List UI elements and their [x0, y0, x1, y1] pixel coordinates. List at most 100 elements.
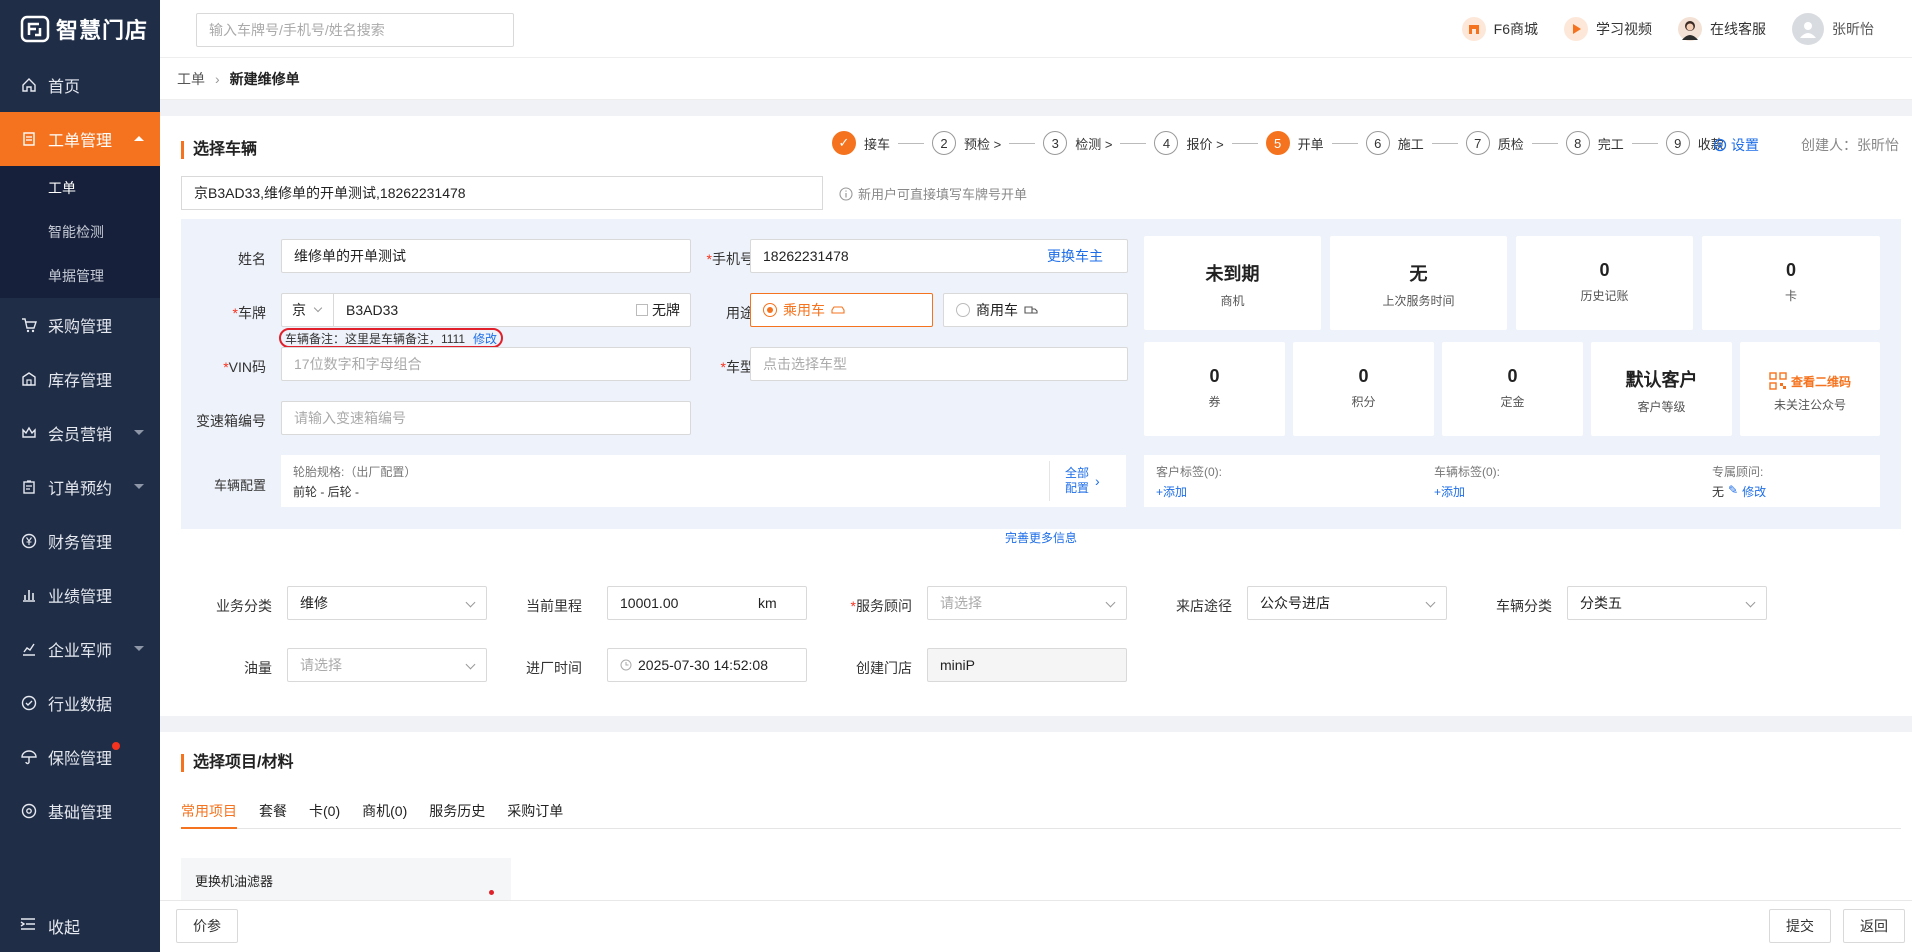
mall-link[interactable]: F6商城: [1461, 17, 1538, 41]
sidebar-item-membership[interactable]: 会员营销: [0, 406, 160, 460]
advisor-edit-link[interactable]: 修改: [1742, 483, 1766, 500]
stat-points[interactable]: 0 积分: [1293, 342, 1434, 436]
sidebar-item-performance[interactable]: 业绩管理: [0, 568, 160, 622]
tire-spec-label: 轮胎规格:（出厂配置）: [293, 465, 417, 479]
gauge-icon: [20, 694, 38, 712]
stat-label: 卡: [1784, 289, 1797, 303]
all-config-link[interactable]: 全部配置: [1065, 466, 1095, 496]
stat-value: 0: [1507, 366, 1518, 386]
source-select[interactable]: 公众号进店: [1247, 586, 1447, 620]
plate-note-edit-link[interactable]: 修改: [473, 330, 497, 347]
name-input[interactable]: 维修单的开单测试: [281, 239, 691, 273]
tab-common-items[interactable]: 常用项目: [181, 801, 237, 829]
more-info-link[interactable]: 完善更多信息: [181, 529, 1901, 546]
model-select[interactable]: 点击选择车型: [750, 347, 1128, 381]
video-link[interactable]: 学习视频: [1564, 17, 1652, 41]
entry-time-value: 2025-07-30 14:52:08: [638, 657, 768, 673]
stat-customer-level[interactable]: 默认客户 客户等级: [1591, 342, 1732, 436]
sidebar-subitem-smart-check[interactable]: 智能检测: [0, 210, 160, 254]
vehicle-search-input[interactable]: 京B3AD33,维修单的开单测试,18262231478: [181, 176, 823, 210]
tab-service-history[interactable]: 服务历史: [429, 801, 485, 829]
tab-opportunities[interactable]: 商机(0): [362, 801, 407, 829]
qr-code-card[interactable]: 查看二维码 未关注公众号: [1740, 342, 1880, 436]
no-plate-checkbox[interactable]: 无牌: [636, 294, 680, 326]
back-button[interactable]: 返回: [1843, 909, 1905, 943]
sidebar-item-label: 财务管理: [48, 535, 113, 552]
sidebar-item-work-order[interactable]: 工单管理: [0, 112, 160, 166]
sidebar-collapse-button[interactable]: 收起: [0, 900, 160, 952]
sidebar-item-home[interactable]: 首页: [0, 58, 160, 112]
bar-chart-icon: [20, 586, 38, 604]
step-number: 3: [1043, 131, 1068, 155]
phone-value: 18262231478: [763, 248, 849, 264]
breadcrumb-parent[interactable]: 工单: [177, 69, 205, 89]
info-icon: [839, 186, 853, 201]
sidebar-item-reservation[interactable]: 订单预约: [0, 460, 160, 514]
fuel-select[interactable]: 请选择: [287, 648, 487, 682]
advisor-select[interactable]: 请选择: [927, 586, 1127, 620]
mall-label: F6商城: [1493, 21, 1538, 37]
add-customer-tag-link[interactable]: +添加: [1156, 483, 1187, 500]
stat-card[interactable]: 0卡: [1702, 236, 1880, 330]
trend-icon: [20, 640, 38, 658]
advisor-value-row: 无 ✎ 修改: [1712, 483, 1766, 500]
business-select[interactable]: 维修: [287, 586, 487, 620]
usage-passenger-radio[interactable]: 乘用车: [750, 293, 933, 327]
user-menu[interactable]: 张昕怡: [1792, 13, 1874, 45]
category-select[interactable]: 分类五: [1567, 586, 1767, 620]
sidebar-item-basic[interactable]: 基础管理: [0, 784, 160, 838]
app-logo[interactable]: 智慧门店: [0, 0, 160, 58]
sidebar-item-label: 订单预约: [48, 481, 113, 498]
step-number: 8: [1565, 131, 1590, 155]
gearbox-input[interactable]: 请输入变速箱编号: [281, 401, 691, 435]
sidebar-item-finance[interactable]: 财务管理: [0, 514, 160, 568]
qr-link[interactable]: 查看二维码: [1740, 372, 1880, 390]
category-value: 分类五: [1580, 595, 1622, 611]
breadcrumb: 工单 › 新建维修单: [160, 58, 1912, 100]
stat-history[interactable]: 0 历史记账: [1516, 236, 1693, 330]
global-search-input[interactable]: 输入车牌号/手机号/姓名搜索: [196, 13, 514, 47]
tab-cards[interactable]: 卡(0): [309, 801, 340, 829]
footer-bar: 价参 提交 返回: [160, 900, 1912, 952]
submit-button[interactable]: 提交: [1769, 909, 1831, 943]
add-vehicle-tag-link[interactable]: +添加: [1434, 483, 1465, 500]
sidebar-item-insurance[interactable]: 保险管理: [0, 730, 160, 784]
plate-prefix: 京: [292, 302, 306, 318]
service-link[interactable]: 在线客服: [1678, 17, 1766, 41]
mileage-input[interactable]: 10001.00 km: [607, 586, 807, 620]
stat-coupon[interactable]: 0券: [1144, 342, 1285, 436]
stat-last-service[interactable]: 无上次服务时间: [1330, 236, 1507, 330]
sidebar-item-advisor[interactable]: 企业军师: [0, 622, 160, 676]
name-label: 姓名: [238, 251, 266, 267]
usage-commercial-radio[interactable]: 商用车: [943, 293, 1128, 327]
plate-note-text: 车辆备注：这里是车辆备注，1111: [285, 331, 466, 346]
service-avatar-icon: [1678, 17, 1702, 41]
sidebar-item-industry-data[interactable]: 行业数据: [0, 676, 160, 730]
plate-province-select[interactable]: 京: [282, 294, 334, 326]
item-card[interactable]: 更换机油滤器: [181, 858, 511, 900]
sidebar-item-purchase[interactable]: 采购管理: [0, 298, 160, 352]
phone-input[interactable]: 18262231478 更换车主: [750, 239, 1128, 273]
vin-input[interactable]: 17位数字和字母组合: [281, 347, 691, 381]
sidebar-item-inventory[interactable]: 库存管理: [0, 352, 160, 406]
settings-link[interactable]: 设置: [1713, 135, 1759, 155]
change-owner-link[interactable]: 更换车主: [1047, 240, 1103, 272]
stat-opportunity[interactable]: 未到期 商机: [1144, 236, 1321, 330]
stat-label: 定金: [1500, 395, 1525, 409]
shop-icon: [1461, 17, 1486, 41]
vehicle-info-panel: 姓名 维修单的开单测试 *手机号 18262231478 更换车主 未到期 商机 …: [181, 219, 1901, 545]
vin-label: *VIN码: [223, 359, 266, 375]
stat-value: 默认客户: [1625, 370, 1698, 390]
sidebar-subitem-documents[interactable]: 单据管理: [0, 254, 160, 298]
plate-number-input[interactable]: B3AD33: [346, 294, 398, 326]
step-number: 5: [1265, 131, 1290, 155]
tab-purchase-orders[interactable]: 采购订单: [507, 801, 563, 829]
tab-packages[interactable]: 套餐: [259, 801, 287, 829]
breadcrumb-current: 新建维修单: [229, 70, 300, 87]
sidebar-subitem-order[interactable]: 工单: [0, 166, 160, 210]
step-label: 完工: [1597, 136, 1624, 152]
stat-deposit[interactable]: 0 定金: [1442, 342, 1583, 436]
entry-time-picker[interactable]: 2025-07-30 14:52:08: [607, 648, 807, 682]
price-ref-button[interactable]: 价参: [176, 909, 238, 943]
checkbox-icon: [636, 304, 648, 316]
